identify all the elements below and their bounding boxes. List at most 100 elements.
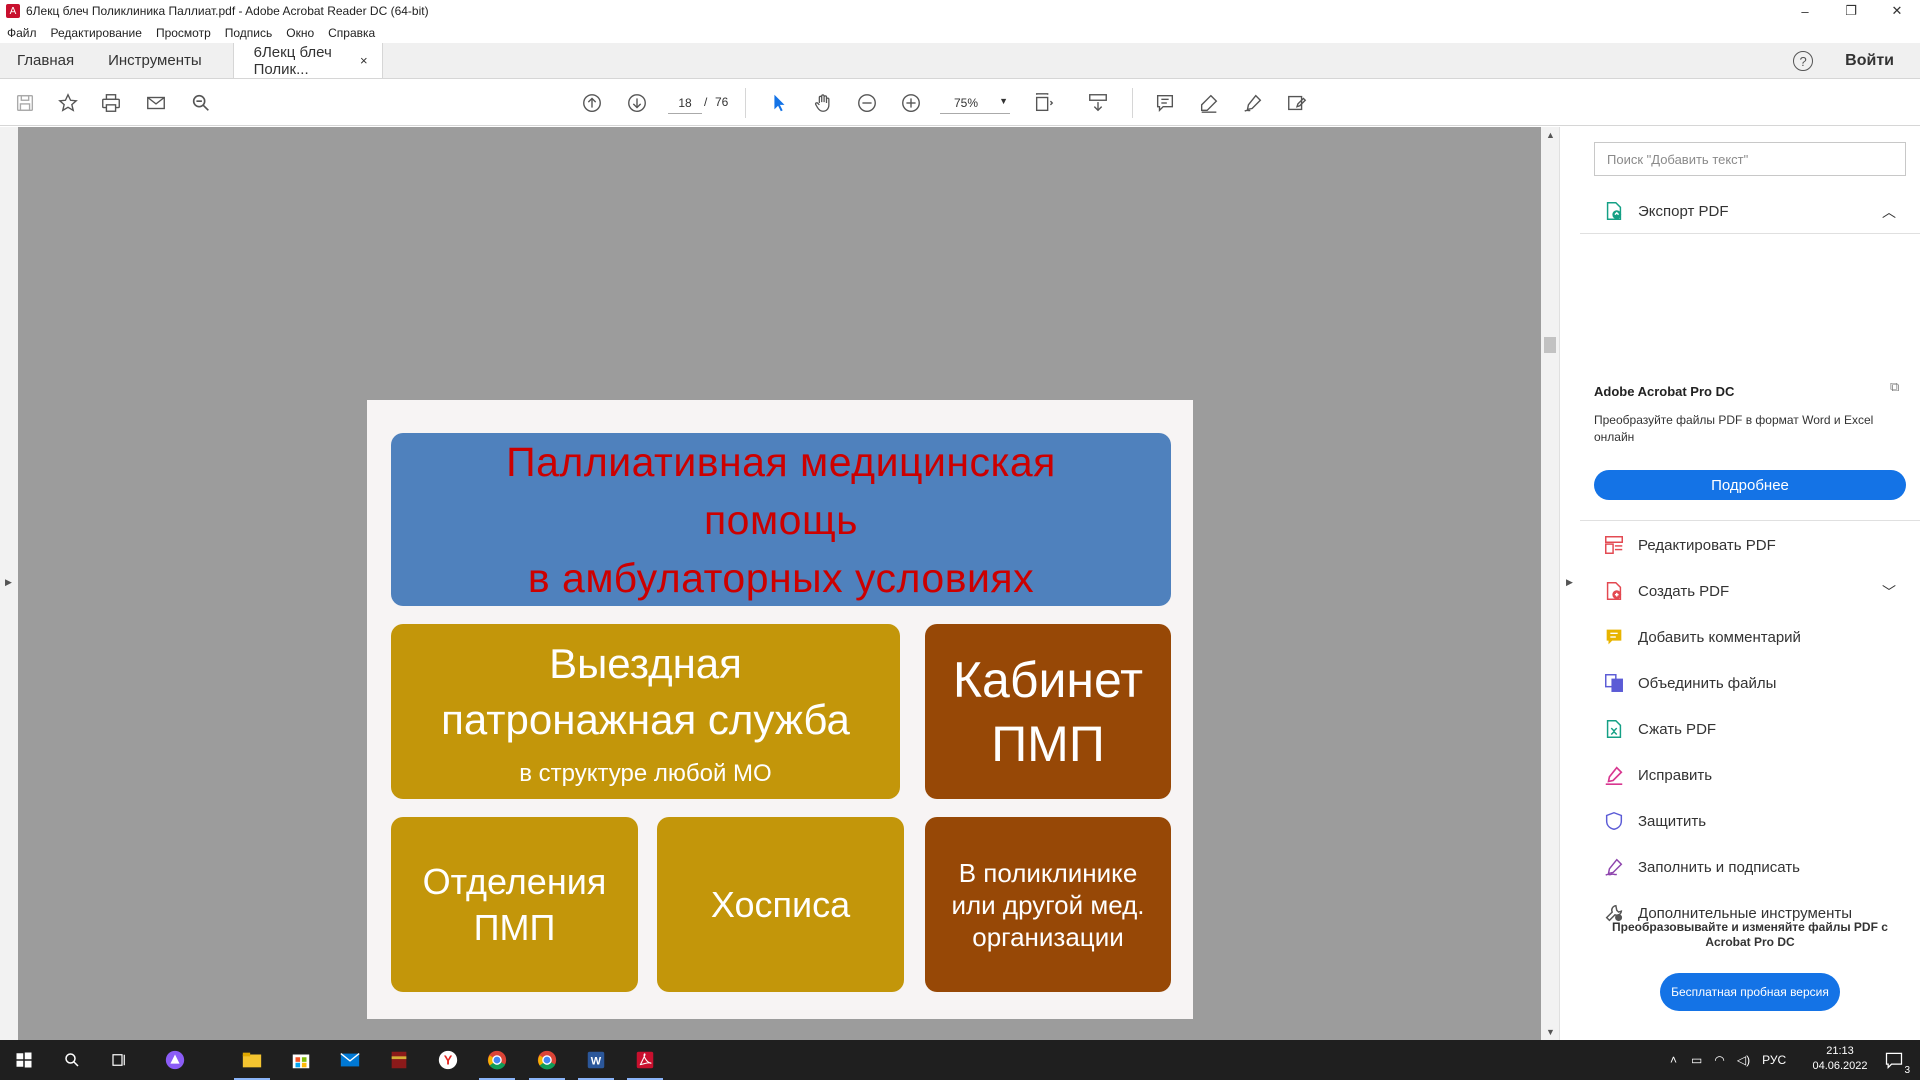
menu-window[interactable]: Окно [286, 26, 314, 40]
chevron-down-icon[interactable]: ﹀ [1882, 582, 1896, 602]
minimize-button[interactable]: – [1782, 0, 1828, 22]
zoom-out-icon[interactable] [855, 91, 879, 115]
tab-document-label: 6Лекц блеч Полик... [253, 43, 332, 78]
alice-assistant-icon[interactable] [163, 1048, 187, 1072]
cabinet-line-1: Кабинет [952, 651, 1144, 708]
tool-protect[interactable]: Защитить [1602, 809, 1706, 833]
mail-icon[interactable] [338, 1048, 362, 1072]
zoom-level-value: 75% [954, 95, 979, 110]
document-viewport[interactable]: ▶ Паллиативная медицинская помощь в амбу… [0, 127, 1541, 1040]
left-panel-toggle[interactable]: ▶ [0, 127, 18, 1040]
volume-icon[interactable]: ◁) [1737, 1053, 1750, 1067]
next-page-icon[interactable] [625, 91, 649, 115]
battery-icon[interactable]: ▭ [1691, 1053, 1702, 1067]
tool-label: Редактировать PDF [1638, 536, 1776, 554]
free-trial-button[interactable]: Бесплатная пробная версия [1660, 973, 1840, 1011]
notifications-icon[interactable]: 3 [1882, 1048, 1910, 1076]
chevron-up-icon[interactable]: ︿ [1882, 202, 1896, 222]
print-icon[interactable] [99, 91, 123, 115]
toolbar-divider [745, 88, 746, 118]
task-view-icon[interactable] [107, 1048, 131, 1072]
vertical-scrollbar[interactable]: ▲ ▼ [1541, 127, 1559, 1040]
page-separator: / [704, 95, 708, 109]
select-cursor-icon[interactable] [767, 91, 791, 115]
learn-more-button[interactable]: Подробнее [1594, 470, 1906, 500]
tools-pane: Поиск "Добавить текст" Экспорт PDF ︿ Ado… [1580, 127, 1920, 1040]
chrome-icon[interactable] [479, 1048, 515, 1080]
tab-tools[interactable]: Инструменты [91, 43, 219, 78]
previous-page-icon[interactable] [580, 91, 604, 115]
compress-pdf-icon [1602, 717, 1626, 741]
zoom-in-icon[interactable] [899, 91, 923, 115]
toolbar-divider [1132, 88, 1133, 118]
tab-bar: Главная Инструменты 6Лекц блеч Полик... … [0, 43, 1920, 79]
sign-icon[interactable] [1241, 91, 1265, 115]
search-icon[interactable] [60, 1048, 84, 1072]
scroll-mode-icon[interactable] [1086, 91, 1110, 115]
tool-label: Защитить [1638, 812, 1707, 830]
tool-add-comment[interactable]: Добавить комментарий [1602, 625, 1801, 649]
outreach-subtitle: в структуре любой МО [519, 759, 772, 787]
save-icon[interactable] [13, 91, 37, 115]
clock-time: 21:13 [1826, 1045, 1854, 1057]
polyclinic-line-3: организации [972, 921, 1124, 952]
input-language[interactable]: РУС [1762, 1053, 1786, 1067]
polyclinic-line-1: В поликлинике [958, 857, 1138, 888]
menu-bar: Файл Редактирование Просмотр Подпись Окн… [0, 22, 1920, 43]
export-pdf-item[interactable]: Экспорт PDF [1602, 199, 1729, 223]
tab-home[interactable]: Главная [0, 43, 91, 78]
winrar-icon[interactable] [387, 1048, 411, 1072]
pro-title: Adobe Acrobat Pro DC [1594, 384, 1735, 399]
login-button[interactable]: Войти [1845, 52, 1894, 70]
clock[interactable]: 21:13 04.06.2022 [1808, 1044, 1872, 1074]
tab-document[interactable]: 6Лекц блеч Полик... × [232, 43, 383, 78]
hand-tool-icon[interactable] [811, 91, 835, 115]
comment-icon [1602, 625, 1626, 649]
file-explorer-icon[interactable] [234, 1048, 270, 1080]
email-icon[interactable] [144, 91, 168, 115]
system-tray: ˄ ▭ ◠ ◁) РУС [1670, 1040, 1786, 1080]
menu-sign[interactable]: Подпись [225, 26, 273, 40]
tool-redact[interactable]: Исправить [1602, 763, 1712, 787]
scroll-up-icon[interactable]: ▲ [1546, 130, 1555, 140]
scroll-down-icon[interactable]: ▼ [1546, 1027, 1555, 1037]
windows-start-icon[interactable] [12, 1048, 36, 1072]
tab-close-icon[interactable]: × [360, 53, 368, 68]
slide-title-line-3: в амбулаторных условиях [527, 554, 1035, 601]
tool-combine-files[interactable]: Объединить файлы [1602, 671, 1776, 695]
help-icon[interactable]: ? [1793, 51, 1814, 71]
right-panel-toggle[interactable]: ▶ [1559, 127, 1580, 1040]
menu-help[interactable]: Справка [328, 26, 375, 40]
maximize-button[interactable]: ❐ [1828, 0, 1874, 22]
word-icon[interactable]: W [578, 1048, 614, 1080]
menu-file[interactable]: Файл [7, 26, 37, 40]
comment-icon[interactable] [1153, 91, 1177, 115]
page-fit-icon[interactable] [1032, 91, 1056, 115]
tool-compress-pdf[interactable]: Сжать PDF [1602, 717, 1716, 741]
scrollbar-thumb[interactable] [1544, 337, 1556, 353]
tools-search-input[interactable]: Поиск "Добавить текст" [1594, 142, 1906, 176]
bookmark-star-icon[interactable] [56, 91, 80, 115]
wifi-icon[interactable]: ◠ [1714, 1053, 1724, 1067]
page-number-input[interactable]: 18 [668, 92, 702, 114]
highlight-pen-icon[interactable] [1197, 91, 1221, 115]
window-controls: – ❐ ✕ [1782, 0, 1920, 22]
store-icon[interactable] [289, 1048, 313, 1072]
more-tools-icon[interactable] [1285, 91, 1309, 115]
menu-edit[interactable]: Редактирование [51, 26, 142, 40]
acrobat-app-icon: A [6, 4, 20, 18]
close-window-button[interactable]: ✕ [1874, 0, 1920, 22]
chevron-up-icon[interactable]: ˄ [1670, 1053, 1677, 1067]
chrome-profile-icon[interactable] [529, 1048, 565, 1080]
acrobat-reader-icon[interactable] [627, 1048, 663, 1080]
tool-fill-sign[interactable]: Заполнить и подписать [1602, 855, 1800, 879]
menu-view[interactable]: Просмотр [156, 26, 211, 40]
total-pages: 76 [715, 95, 729, 109]
tool-edit-pdf[interactable]: Редактировать PDF [1602, 533, 1776, 557]
yandex-browser-icon[interactable]: Y [436, 1048, 460, 1072]
windows-taskbar: Y W ˄ ▭ ◠ ◁) РУС 21:13 04.06.2022 3 [0, 1040, 1920, 1080]
zoom-level-select[interactable]: 75% ▼ [940, 92, 1010, 114]
tool-create-pdf[interactable]: Создать PDF [1602, 579, 1729, 603]
copy-icon[interactable]: ⧉ [1890, 379, 1906, 395]
find-icon[interactable] [189, 91, 213, 115]
